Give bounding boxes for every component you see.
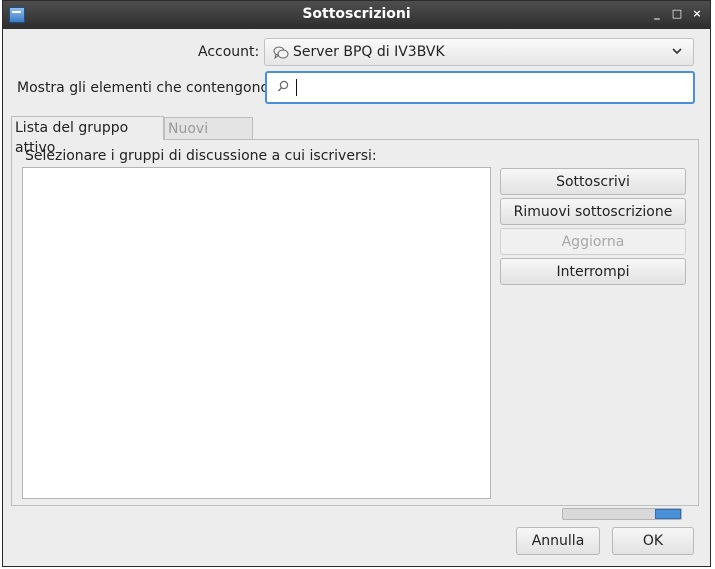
chat-bubbles-icon xyxy=(273,45,289,64)
cancel-button[interactable]: Annulla xyxy=(516,527,600,555)
tab-active-groups[interactable]: Lista del gruppo attivo xyxy=(11,116,164,156)
stop-button[interactable]: Interrompi xyxy=(500,258,686,285)
ok-button[interactable]: OK xyxy=(612,527,694,555)
filter-field[interactable] xyxy=(265,71,695,104)
minimize-icon[interactable]: _ xyxy=(650,7,664,21)
refresh-button[interactable]: Aggiorna xyxy=(500,228,686,255)
progress-indicator xyxy=(655,509,681,519)
instruction-label: Selezionare i gruppi di discussione a cu… xyxy=(25,148,377,164)
filter-label: Mostra gli elementi che contengono: xyxy=(17,80,274,96)
account-label: Account: xyxy=(198,44,260,60)
title-bar[interactable]: Sottoscrizioni _ □ × xyxy=(3,1,710,29)
text-caret xyxy=(296,79,297,96)
account-select[interactable]: Server BPQ di IV3BVK xyxy=(264,38,694,66)
search-icon xyxy=(277,80,289,98)
chevron-down-icon xyxy=(671,45,683,61)
close-icon[interactable]: × xyxy=(690,7,704,21)
filter-input[interactable] xyxy=(293,78,687,100)
progress-bar xyxy=(562,508,682,520)
tab-new-groups[interactable]: Nuovi gruppi xyxy=(164,117,253,157)
subscribe-button[interactable]: Sottoscrivi xyxy=(500,168,686,195)
maximize-icon[interactable]: □ xyxy=(670,7,684,21)
account-value: Server BPQ di IV3BVK xyxy=(293,44,445,60)
newsgroup-list[interactable] xyxy=(22,167,491,499)
window-title: Sottoscrizioni xyxy=(302,6,411,22)
unsubscribe-button[interactable]: Rimuovi sottoscrizione xyxy=(500,198,686,225)
window-controls: _ □ × xyxy=(650,7,704,21)
